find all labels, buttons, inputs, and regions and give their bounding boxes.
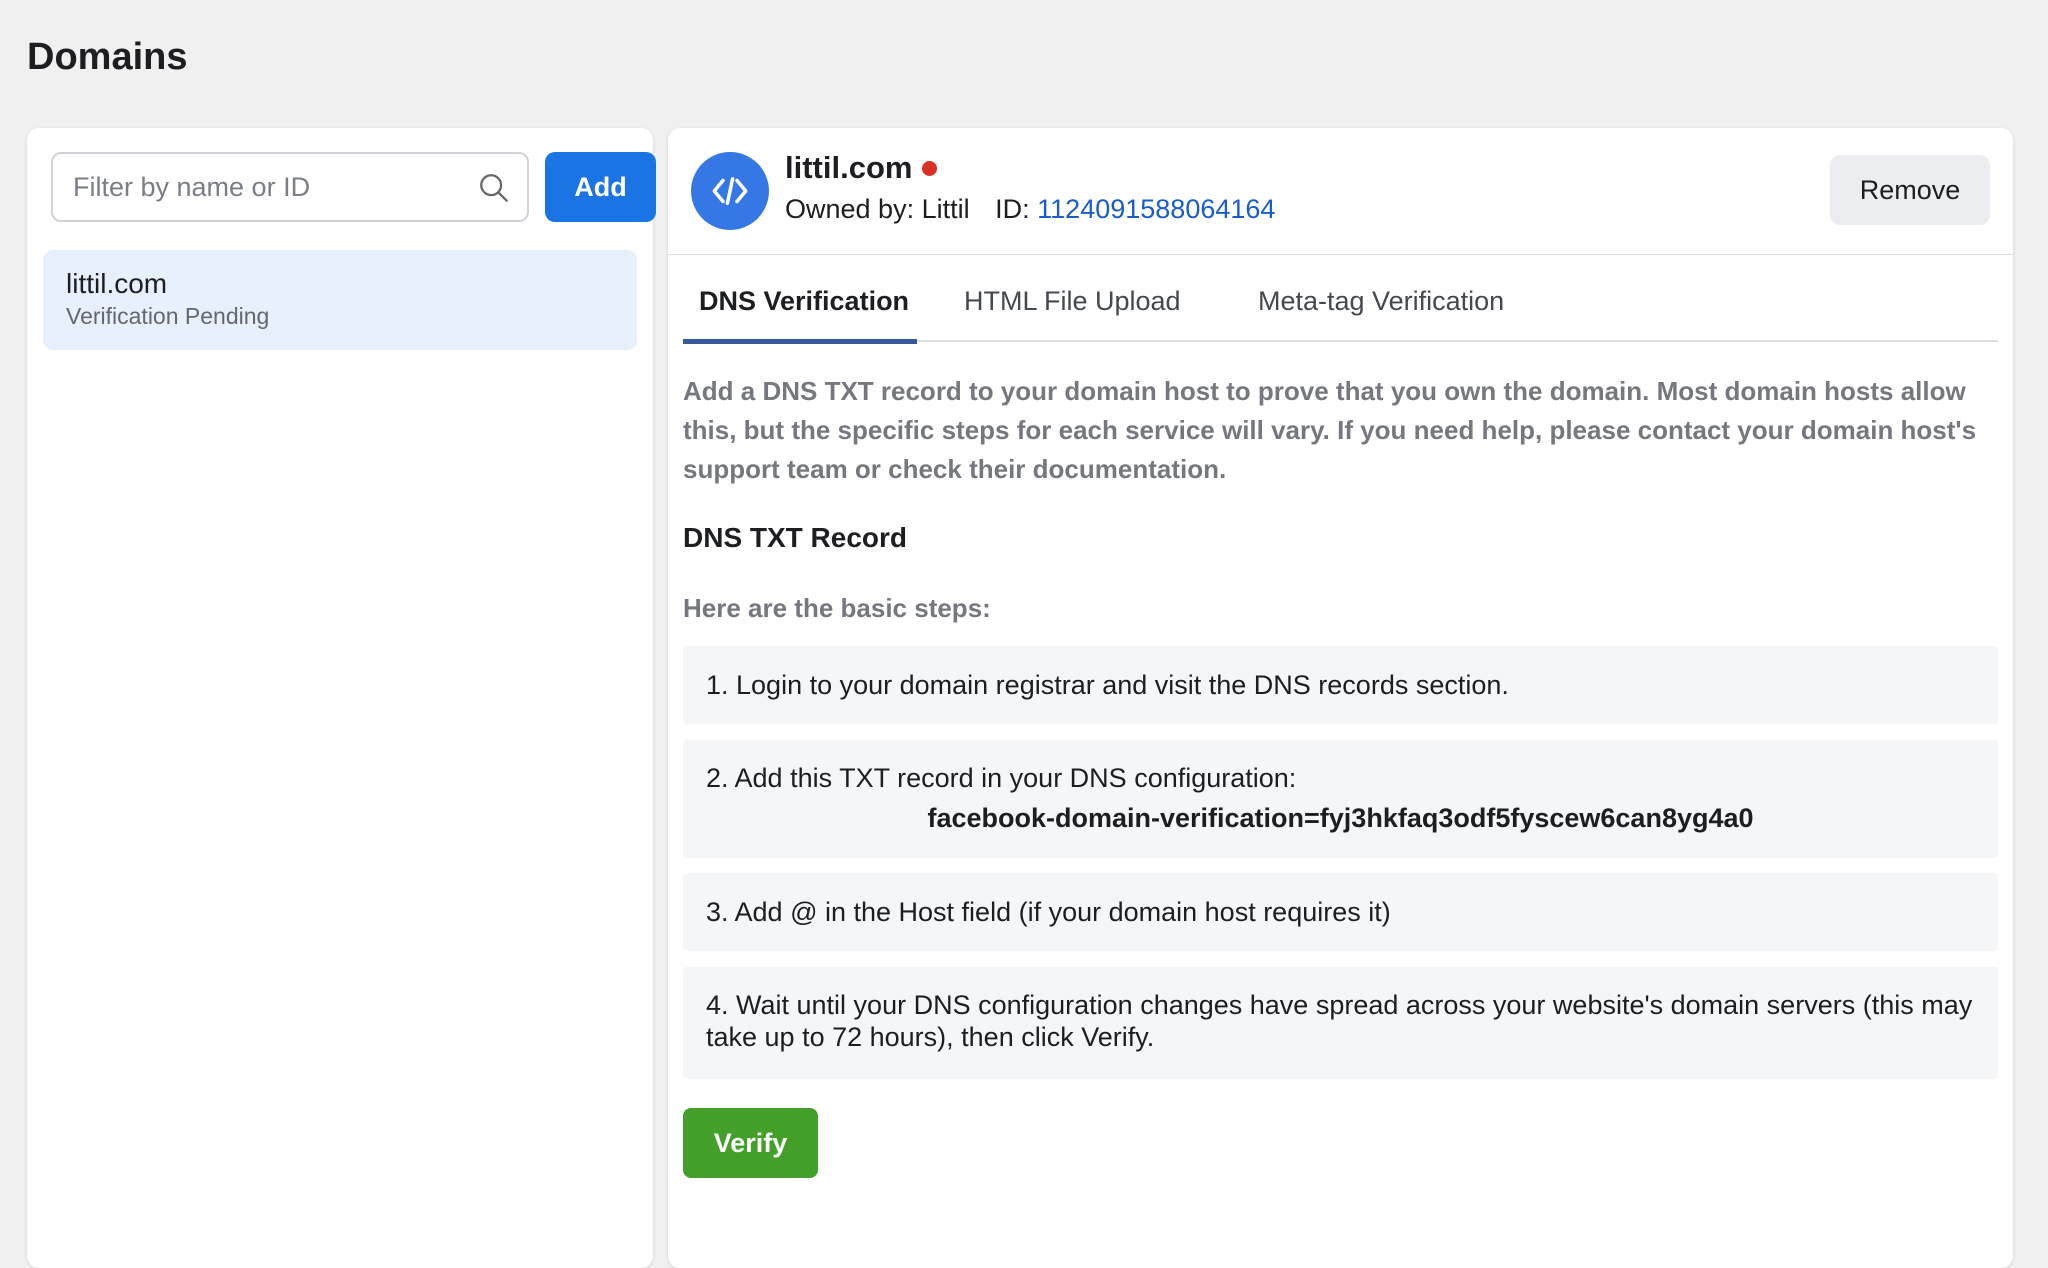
add-domain-button[interactable]: Add [545, 152, 656, 222]
step-item: 1. Login to your domain registrar and vi… [683, 646, 1998, 724]
domain-title-row: littil.com [785, 150, 938, 186]
owner-label: Owned by: [785, 194, 915, 224]
domain-list-item[interactable]: littil.com Verification Pending [43, 250, 637, 350]
domain-item-status: Verification Pending [66, 303, 270, 329]
domain-list-panel: Add littil.com Verification Pending [27, 128, 656, 1268]
status-dot [922, 160, 938, 176]
step-text: 4. Wait until your DNS configuration cha… [706, 990, 1973, 1052]
intro-text: Add a DNS TXT record to your domain host… [683, 376, 1977, 484]
steps-label: Here are the basic steps: [683, 593, 991, 623]
page-title: Domains [27, 36, 188, 78]
search-icon[interactable] [477, 171, 511, 205]
verify-button[interactable]: Verify [683, 1108, 818, 1178]
step-text: 1. Login to your domain registrar and vi… [706, 670, 1509, 700]
step-item: 2. Add this TXT record in your DNS confi… [683, 740, 1998, 858]
search-box[interactable] [51, 152, 529, 222]
domain-header: littil.com Owned by: Littil ID: 11240915… [668, 128, 2013, 255]
id-value[interactable]: 1124091588064164 [1037, 194, 1275, 224]
domain-item-name: littil.com [66, 268, 168, 299]
code-icon [712, 177, 748, 205]
step-text: 3. Add @ in the Host field (if your doma… [706, 897, 1391, 927]
step-item: 3. Add @ in the Host field (if your doma… [683, 873, 1998, 951]
remove-button[interactable]: Remove [1830, 155, 1990, 225]
search-input[interactable] [71, 154, 451, 220]
owner-row: Owned by: Littil ID: 1124091588064164 [785, 194, 1275, 225]
txt-record-value[interactable]: facebook-domain-verification=fyj3hkfaq3o… [706, 802, 1975, 834]
tab-html-file-upload[interactable]: HTML File Upload [964, 273, 1181, 342]
step-item: 4. Wait until your DNS configuration cha… [683, 967, 1998, 1079]
id-label: ID: [995, 194, 1030, 224]
step-text: 2. Add this TXT record in your DNS confi… [706, 763, 1297, 793]
section-title: DNS TXT Record [683, 522, 908, 553]
tab-dns-verification[interactable]: DNS Verification [683, 273, 917, 344]
verification-tabs: DNS Verification HTML File Upload Meta-t… [683, 273, 1998, 344]
domain-title: littil.com [785, 150, 913, 185]
domain-detail-panel: littil.com Owned by: Littil ID: 11240915… [668, 128, 2013, 1268]
tab-meta-tag-verification[interactable]: Meta-tag Verification [1258, 273, 1504, 342]
domain-avatar [691, 152, 769, 230]
owner-name: Littil [921, 194, 970, 224]
